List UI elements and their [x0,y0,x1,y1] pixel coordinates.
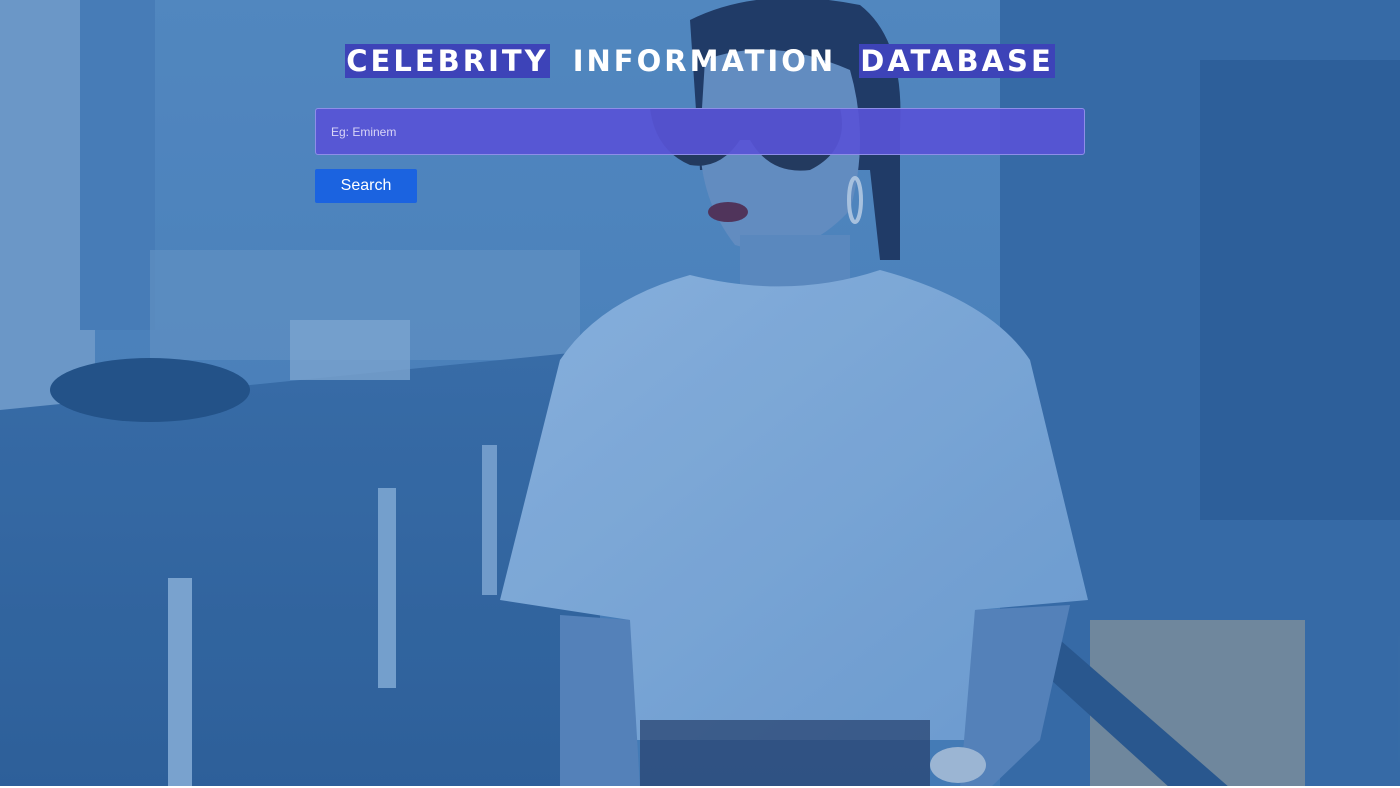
title-word-database: DATABASE [859,44,1055,78]
title-word-information: INFORMATION [572,44,837,78]
main-content: CELEBRITY INFORMATION DATABASE Search [0,0,1400,788]
page: CELEBRITY INFORMATION DATABASE Search [0,0,1400,788]
search-button[interactable]: Search [315,169,417,203]
search-input[interactable] [315,108,1085,155]
page-title: CELEBRITY INFORMATION DATABASE [0,42,1400,80]
title-word-celebrity: CELEBRITY [345,44,550,78]
